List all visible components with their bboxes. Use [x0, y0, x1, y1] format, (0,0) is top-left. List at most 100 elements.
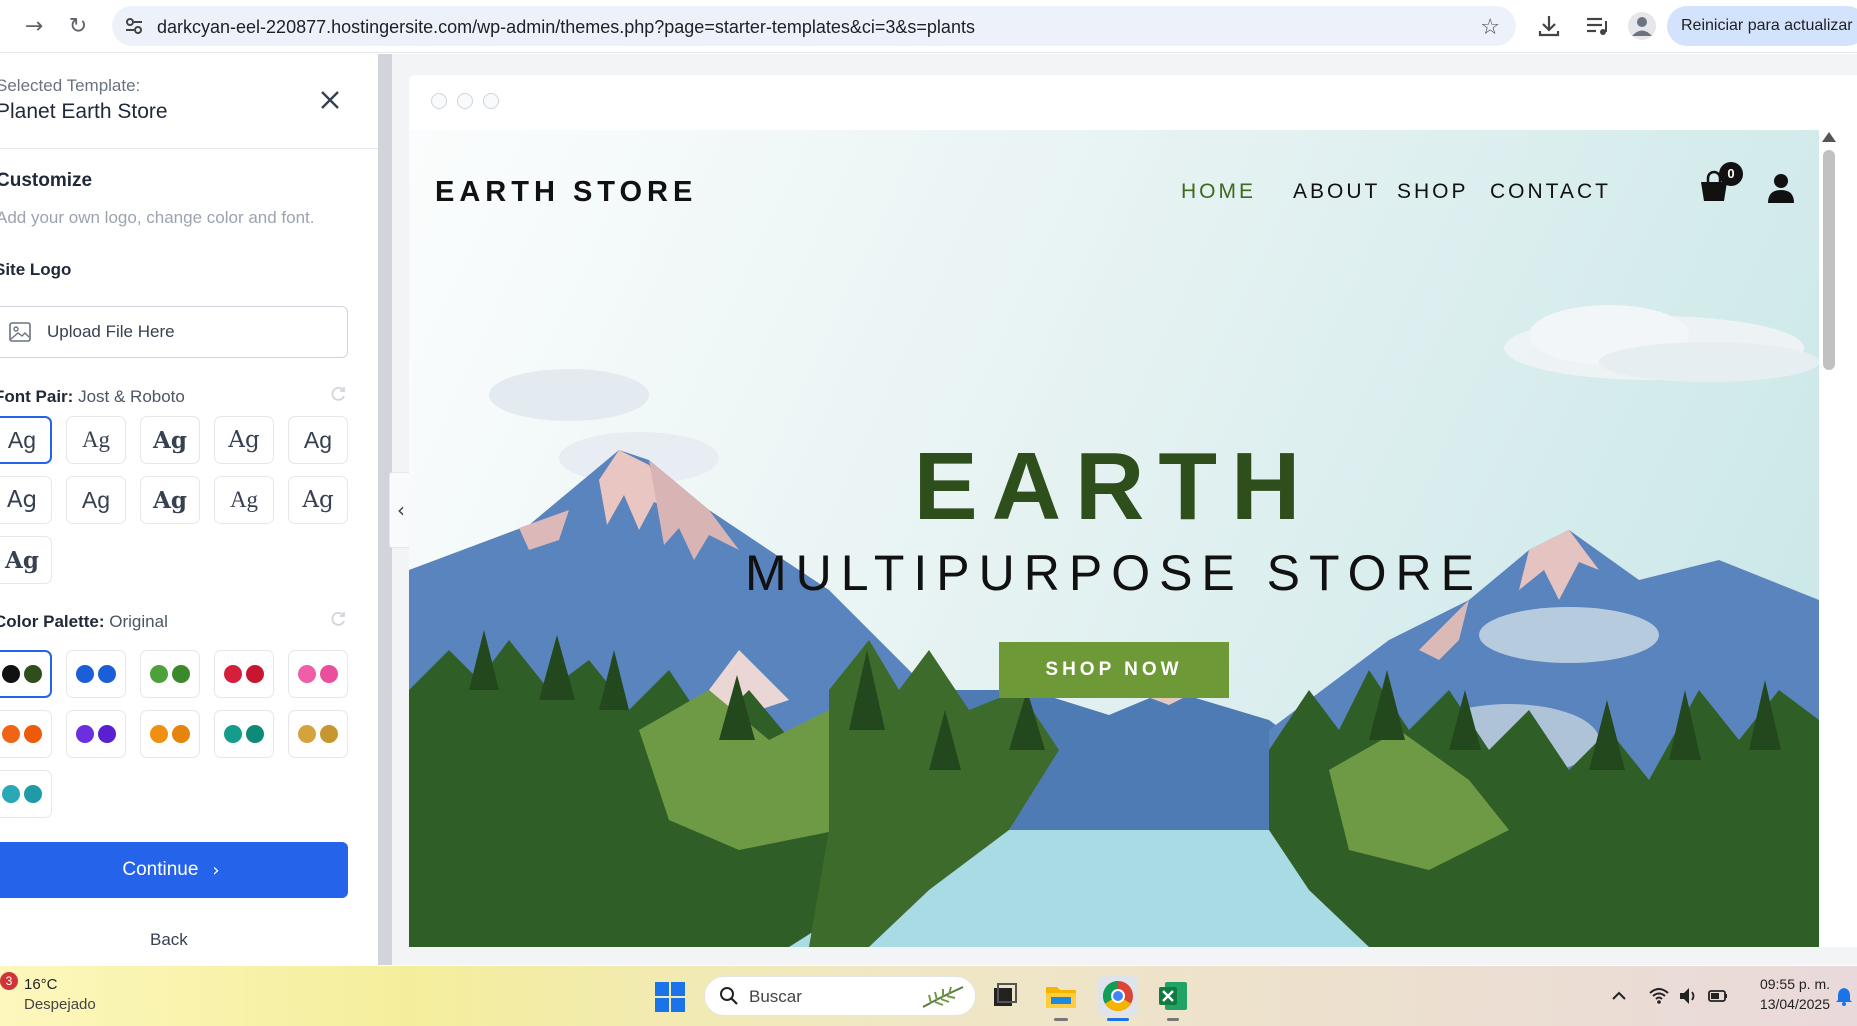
bookmark-star-icon[interactable]: ☆ — [1480, 15, 1500, 40]
image-icon — [9, 322, 31, 342]
color-palette-option[interactable] — [140, 710, 200, 758]
reset-font-icon[interactable] — [329, 385, 347, 403]
font-pair-option[interactable]: Ag — [66, 476, 126, 524]
color-dot — [98, 665, 116, 683]
reset-palette-icon[interactable] — [329, 610, 347, 628]
color-dot — [224, 665, 242, 683]
font-pair-option[interactable]: Ag — [140, 476, 200, 524]
taskbar-active-indicator — [1107, 1018, 1129, 1021]
font-pair-value: Jost & Roboto — [78, 387, 185, 406]
color-palette-option[interactable] — [214, 650, 274, 698]
color-palette-option[interactable] — [66, 650, 126, 698]
close-icon[interactable] — [316, 86, 344, 114]
hero-subtitle: MULTIPURPOSE STORE — [744, 545, 1484, 601]
color-palette-option[interactable] — [66, 710, 126, 758]
nav-home[interactable]: HOME — [1181, 180, 1256, 204]
shop-now-button[interactable]: SHOP NOW — [999, 642, 1229, 698]
window-dot — [457, 93, 473, 109]
color-palette-option[interactable] — [0, 650, 52, 698]
color-palette-option[interactable] — [0, 770, 52, 818]
color-dot — [24, 725, 42, 743]
window-dot — [431, 93, 447, 109]
site-settings-icon[interactable] — [124, 16, 144, 36]
font-pair-option[interactable]: Ag — [140, 416, 200, 464]
browser-toolbar: → ↻ darkcyan-eel-220877.hostingersite.co… — [0, 0, 1857, 53]
color-dot — [24, 785, 42, 803]
continue-button[interactable]: Continue › — [0, 842, 348, 898]
font-pair-option[interactable]: Ag — [0, 536, 52, 584]
windows-taskbar: 3 16°C Despejado Buscar 09:55 p. m. 13/0… — [0, 966, 1857, 1026]
profile-avatar-icon[interactable] — [1627, 11, 1657, 41]
color-dot — [98, 725, 116, 743]
nav-shop[interactable]: SHOP — [1397, 180, 1469, 204]
back-link[interactable]: Back — [150, 930, 188, 950]
customize-heading: Customize — [0, 170, 93, 191]
weather-temperature[interactable]: 16°C — [24, 976, 58, 993]
font-pair-option[interactable]: Ag — [0, 416, 52, 464]
url-text[interactable]: darkcyan-eel-220877.hostingersite.com/wp… — [157, 17, 975, 38]
color-dot — [24, 665, 42, 683]
weather-description[interactable]: Despejado — [24, 996, 96, 1013]
logo-upload-field[interactable]: Upload File Here — [0, 306, 348, 358]
color-dot — [298, 725, 316, 743]
excel-icon[interactable] — [1155, 978, 1191, 1014]
clock-date[interactable]: 13/04/2025 — [1750, 996, 1830, 1012]
font-pair-option[interactable]: Ag — [214, 416, 274, 464]
color-dot — [172, 665, 190, 683]
font-pair-title: Font Pair: — [0, 387, 74, 406]
site-logo[interactable]: EARTH STORE — [435, 176, 697, 209]
account-icon[interactable] — [1767, 172, 1795, 204]
chrome-icon[interactable] — [1098, 976, 1138, 1016]
color-dot — [298, 665, 316, 683]
color-palette-value: Original — [109, 612, 168, 631]
divider — [0, 148, 378, 149]
font-pair-option[interactable]: Ag — [288, 416, 348, 464]
file-explorer-icon[interactable] — [1043, 978, 1079, 1014]
scroll-up-arrow-icon[interactable] — [1822, 132, 1836, 142]
color-palette-option[interactable] — [140, 650, 200, 698]
font-pair-option[interactable]: Ag — [288, 476, 348, 524]
chevron-up-icon[interactable] — [1608, 985, 1630, 1007]
font-pair-option[interactable]: Ag — [214, 476, 274, 524]
fern-leaf-icon — [922, 986, 964, 1008]
download-icon[interactable] — [1536, 13, 1562, 39]
taskbar-search[interactable]: Buscar — [704, 976, 976, 1016]
preview-scrollbar-thumb[interactable] — [1823, 150, 1835, 370]
clock-time[interactable]: 09:55 p. m. — [1750, 976, 1830, 992]
color-palette-option[interactable] — [288, 650, 348, 698]
font-pair-option[interactable]: Ag — [0, 476, 52, 524]
battery-icon[interactable] — [1707, 985, 1729, 1007]
selected-template-name: Planet Earth Store — [0, 100, 168, 123]
reload-icon[interactable]: ↻ — [64, 12, 92, 40]
windows-start-icon[interactable] — [655, 982, 685, 1012]
color-dot — [150, 665, 168, 683]
search-placeholder: Buscar — [749, 987, 802, 1006]
continue-label: Continue — [122, 859, 199, 880]
color-dot — [76, 665, 94, 683]
color-palette-title: Color Palette: — [0, 612, 105, 631]
media-queue-icon[interactable] — [1584, 13, 1610, 39]
color-dot — [76, 725, 94, 743]
nav-about[interactable]: ABOUT — [1293, 180, 1380, 204]
color-palette-option[interactable] — [214, 710, 274, 758]
customize-panel: Selected Template: Planet Earth Store Cu… — [0, 54, 378, 965]
notification-bell-icon[interactable] — [1835, 986, 1853, 1006]
window-dot — [483, 93, 499, 109]
hero-title: EARTH — [913, 433, 1315, 540]
search-icon — [720, 987, 738, 1005]
task-view-icon[interactable] — [986, 978, 1022, 1014]
restart-to-update-button[interactable]: Reiniciar para actualizar — [1667, 6, 1857, 46]
color-palette-option[interactable] — [288, 710, 348, 758]
color-dot — [2, 785, 20, 803]
color-dot — [172, 725, 190, 743]
color-dot — [2, 725, 20, 743]
nav-contact[interactable]: CONTACT — [1490, 180, 1611, 204]
font-pair-option[interactable]: Ag — [66, 416, 126, 464]
forward-icon[interactable]: → — [20, 12, 48, 40]
color-dot — [2, 665, 20, 683]
color-palette-option[interactable] — [0, 710, 52, 758]
wifi-icon[interactable] — [1648, 985, 1670, 1007]
volume-icon[interactable] — [1677, 985, 1699, 1007]
address-bar[interactable]: darkcyan-eel-220877.hostingersite.com/wp… — [112, 6, 1516, 46]
weather-alert-badge[interactable]: 3 — [0, 972, 18, 990]
